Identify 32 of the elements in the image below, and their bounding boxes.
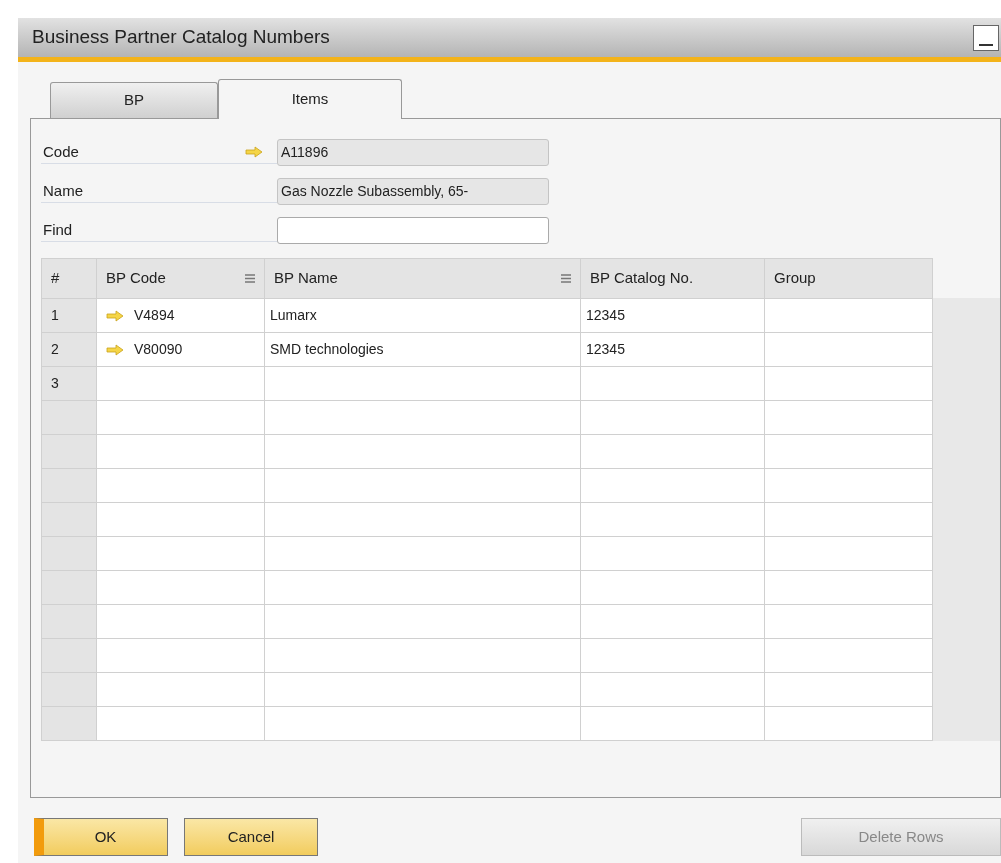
link-arrow-icon[interactable] xyxy=(245,146,263,158)
row-number[interactable] xyxy=(42,571,97,605)
link-arrow-icon[interactable] xyxy=(106,343,124,356)
row-number[interactable] xyxy=(42,537,97,571)
link-arrow-icon[interactable] xyxy=(106,309,124,322)
field-label: Find xyxy=(42,219,74,240)
dialog-button[interactable]: OK xyxy=(34,818,168,856)
minimize-button[interactable] xyxy=(973,24,999,51)
menu-icon[interactable] xyxy=(245,274,255,283)
dialog-button[interactable]: Cancel xyxy=(184,818,318,856)
row-number[interactable] xyxy=(42,707,97,741)
row-number[interactable]: 2 xyxy=(42,333,97,367)
row-number[interactable] xyxy=(42,469,97,503)
input-field[interactable]: Gas Nozzle Subassembly, 65- xyxy=(277,178,549,205)
menu-icon[interactable] xyxy=(561,274,571,283)
tab[interactable]: BP xyxy=(50,82,218,118)
row-number[interactable]: 1 xyxy=(42,299,97,333)
row-number[interactable] xyxy=(42,639,97,673)
row-number[interactable] xyxy=(42,605,97,639)
row-number[interactable] xyxy=(42,503,97,537)
tab[interactable]: Items xyxy=(218,79,402,119)
field-label: Name xyxy=(42,180,84,201)
table-cell-text: V4894 xyxy=(134,306,175,325)
field-label: Code xyxy=(42,141,80,162)
row-number[interactable] xyxy=(42,435,97,469)
row-number[interactable] xyxy=(42,673,97,707)
table-cell-text: V80090 xyxy=(134,340,183,359)
row-number[interactable] xyxy=(42,401,97,435)
input-field[interactable] xyxy=(277,217,549,244)
window-title: Business Partner Catalog Numbers xyxy=(32,25,330,50)
input-field[interactable]: A11896 xyxy=(277,139,549,166)
row-number[interactable]: 3 xyxy=(42,367,97,401)
